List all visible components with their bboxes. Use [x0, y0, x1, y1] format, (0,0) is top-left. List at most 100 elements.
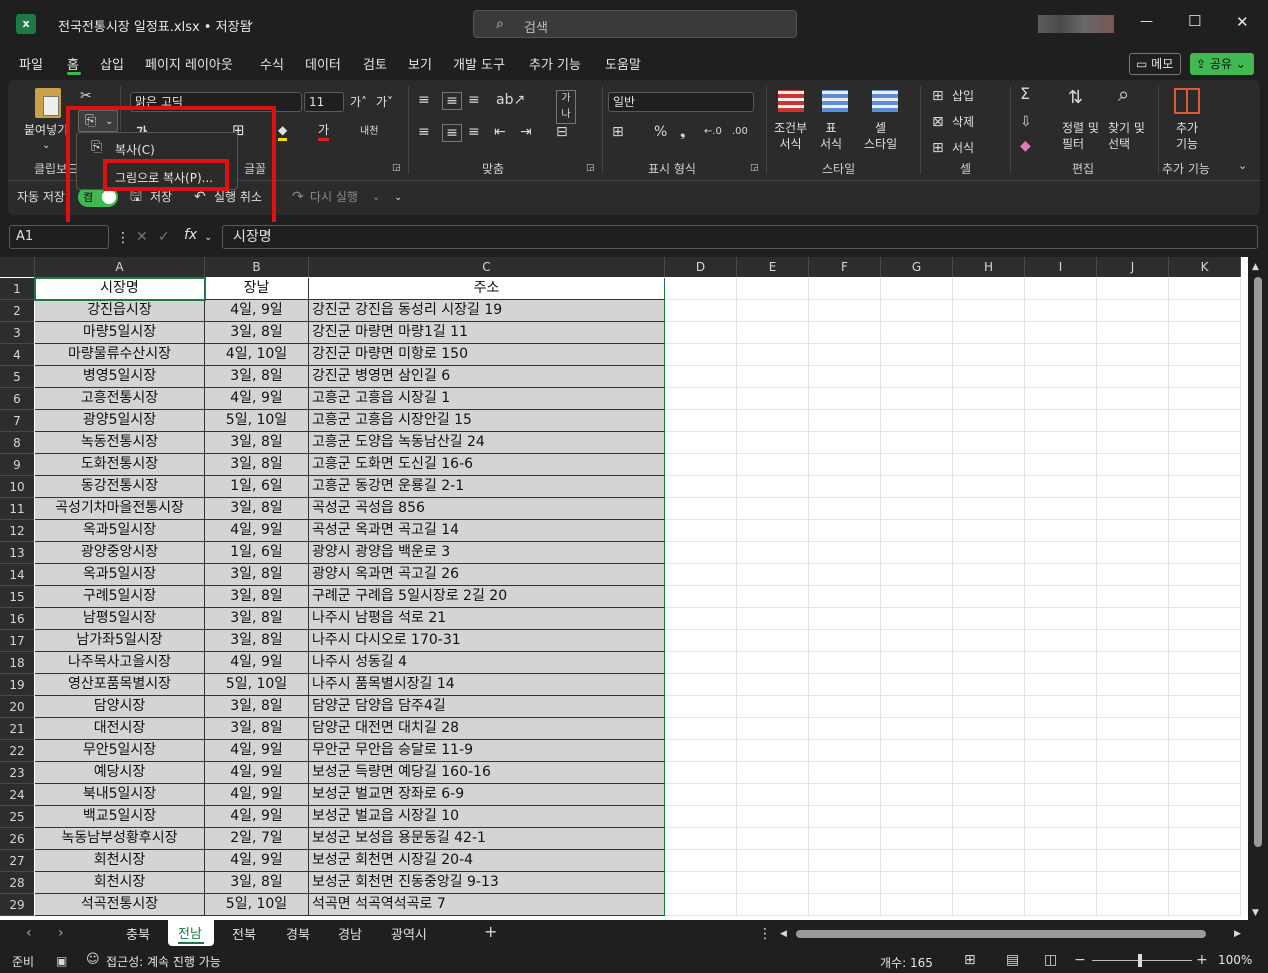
next-sheet-icon[interactable]: › [58, 925, 64, 941]
chevron-down-icon[interactable]: ⌄ [245, 14, 255, 28]
empty-cell[interactable] [809, 476, 881, 498]
empty-cell[interactable] [737, 784, 809, 806]
empty-cell[interactable] [1025, 498, 1097, 520]
cut-icon[interactable]: ✂ [80, 88, 92, 104]
empty-cell[interactable] [1097, 806, 1169, 828]
header-cell[interactable]: 시장명 [35, 278, 205, 300]
empty-cell[interactable] [737, 586, 809, 608]
empty-cell[interactable] [1025, 740, 1097, 762]
increase-indent-icon[interactable]: ⇥ [520, 124, 532, 140]
empty-cell[interactable] [809, 278, 881, 300]
empty-cell[interactable] [1025, 674, 1097, 696]
empty-cell[interactable] [1169, 894, 1241, 916]
prev-sheet-icon[interactable]: ‹ [26, 925, 32, 941]
empty-cell[interactable] [737, 278, 809, 300]
empty-cell[interactable] [953, 542, 1025, 564]
empty-cell[interactable] [953, 828, 1025, 850]
delete-cells-button[interactable]: 삭제 [952, 114, 974, 130]
table-cell[interactable]: 대전시장 [35, 718, 205, 740]
table-cell[interactable]: 고흥군 도양읍 녹동남산길 24 [309, 432, 665, 454]
table-cell[interactable]: 나주시 성동길 4 [309, 652, 665, 674]
horizontal-scrollbar[interactable]: ◀ ▶ [780, 928, 1248, 940]
sheet-tab[interactable]: 전북 [232, 924, 256, 943]
table-cell[interactable]: 4일, 9일 [205, 806, 309, 828]
align-left-icon[interactable]: ≡ [418, 124, 430, 140]
empty-cell[interactable] [953, 806, 1025, 828]
empty-cell[interactable] [1169, 872, 1241, 894]
table-cell[interactable]: 강진읍시장 [35, 300, 205, 322]
shrink-font-icon[interactable]: 가˅ [376, 94, 393, 110]
empty-cell[interactable] [881, 586, 953, 608]
chevron-down-icon[interactable]: ⌄ [42, 138, 50, 154]
table-cell[interactable]: 3일, 8일 [205, 608, 309, 630]
table-cell[interactable]: 영산포품목별시장 [35, 674, 205, 696]
table-cell[interactable]: 3일, 8일 [205, 564, 309, 586]
cell-styles-button[interactable]: 셀 스타일 [864, 120, 897, 152]
header-cell[interactable]: 주소 [309, 278, 665, 300]
empty-cell[interactable] [953, 564, 1025, 586]
empty-cell[interactable] [809, 718, 881, 740]
table-cell[interactable]: 4일, 9일 [205, 784, 309, 806]
empty-cell[interactable] [1169, 806, 1241, 828]
search-box[interactable]: ⌕ 검색 [473, 10, 797, 38]
table-cell[interactable]: 보성군 벌교면 장좌로 6-9 [309, 784, 665, 806]
empty-cell[interactable] [953, 366, 1025, 388]
fill-icon[interactable]: ⇩ [1020, 114, 1032, 130]
conditional-format-button[interactable]: 조건부 서식 [774, 120, 807, 152]
empty-cell[interactable] [1025, 586, 1097, 608]
table-cell[interactable]: 회천시장 [35, 872, 205, 894]
table-cell[interactable]: 구례5일시장 [35, 586, 205, 608]
empty-cell[interactable] [1097, 630, 1169, 652]
row-header[interactable]: 19 [0, 674, 34, 696]
empty-cell[interactable] [1169, 850, 1241, 872]
row-header[interactable]: 24 [0, 784, 34, 806]
empty-cell[interactable] [1025, 894, 1097, 916]
table-cell[interactable]: 마량5일시장 [35, 322, 205, 344]
empty-cell[interactable] [809, 454, 881, 476]
empty-cell[interactable] [1097, 696, 1169, 718]
empty-cell[interactable] [665, 542, 737, 564]
table-cell[interactable]: 3일, 8일 [205, 872, 309, 894]
column-header-j[interactable]: J [1097, 257, 1169, 277]
empty-cell[interactable] [1025, 762, 1097, 784]
empty-cell[interactable] [1025, 630, 1097, 652]
tab-review[interactable]: 검토 [363, 54, 387, 73]
empty-cell[interactable] [1169, 476, 1241, 498]
format-as-table-button[interactable]: 표 서식 [820, 120, 842, 152]
empty-cell[interactable] [1169, 828, 1241, 850]
empty-cell[interactable] [665, 784, 737, 806]
row-header[interactable]: 18 [0, 652, 34, 674]
table-cell[interactable]: 5일, 10일 [205, 894, 309, 916]
account-avatar[interactable] [1038, 15, 1114, 33]
table-cell[interactable]: 2일, 7일 [205, 828, 309, 850]
empty-cell[interactable] [809, 762, 881, 784]
row-header[interactable]: 5 [0, 366, 34, 388]
empty-cell[interactable] [1025, 454, 1097, 476]
empty-cell[interactable] [1097, 652, 1169, 674]
empty-cell[interactable] [1097, 740, 1169, 762]
empty-cell[interactable] [809, 520, 881, 542]
table-cell[interactable]: 4일, 10일 [205, 344, 309, 366]
empty-cell[interactable] [809, 344, 881, 366]
table-cell[interactable]: 1일, 6일 [205, 476, 309, 498]
empty-cell[interactable] [665, 586, 737, 608]
table-cell[interactable]: 4일, 9일 [205, 850, 309, 872]
empty-cell[interactable] [1097, 850, 1169, 872]
scroll-left-icon[interactable]: ◀ [780, 926, 787, 942]
empty-cell[interactable] [1169, 696, 1241, 718]
row-header[interactable]: 15 [0, 586, 34, 608]
empty-cell[interactable] [737, 300, 809, 322]
column-header-a[interactable]: A [35, 257, 205, 277]
table-cell[interactable]: 녹동남부성황후시장 [35, 828, 205, 850]
column-header-i[interactable]: I [1025, 257, 1097, 277]
table-cell[interactable]: 예당시장 [35, 762, 205, 784]
empty-cell[interactable] [1169, 278, 1241, 300]
collapse-ribbon-icon[interactable]: ⌄ [1238, 158, 1247, 174]
empty-cell[interactable] [665, 740, 737, 762]
empty-cell[interactable] [1025, 872, 1097, 894]
table-cell[interactable]: 무안5일시장 [35, 740, 205, 762]
empty-cell[interactable] [1097, 366, 1169, 388]
table-cell[interactable]: 담양군 담양읍 담주4길 [309, 696, 665, 718]
sheet-tab[interactable]: 경남 [338, 924, 362, 943]
accessibility-status[interactable]: 접근성: 계속 진행 가능 [106, 953, 221, 970]
